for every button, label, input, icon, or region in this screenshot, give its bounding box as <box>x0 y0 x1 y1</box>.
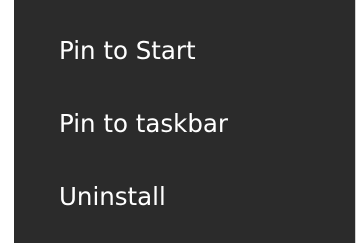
menu-item-pin-to-start[interactable]: Pin to Start <box>14 26 355 99</box>
menu-item-uninstall[interactable]: Uninstall <box>14 172 355 245</box>
menu-item-label: Uninstall <box>59 182 166 211</box>
menu-item-pin-to-taskbar[interactable]: Pin to taskbar <box>14 99 355 172</box>
context-menu: Pin to Start Pin to taskbar Uninstall <box>14 0 356 243</box>
menu-item-label: Pin to taskbar <box>59 109 228 138</box>
menu-item-label: Pin to Start <box>59 36 196 65</box>
